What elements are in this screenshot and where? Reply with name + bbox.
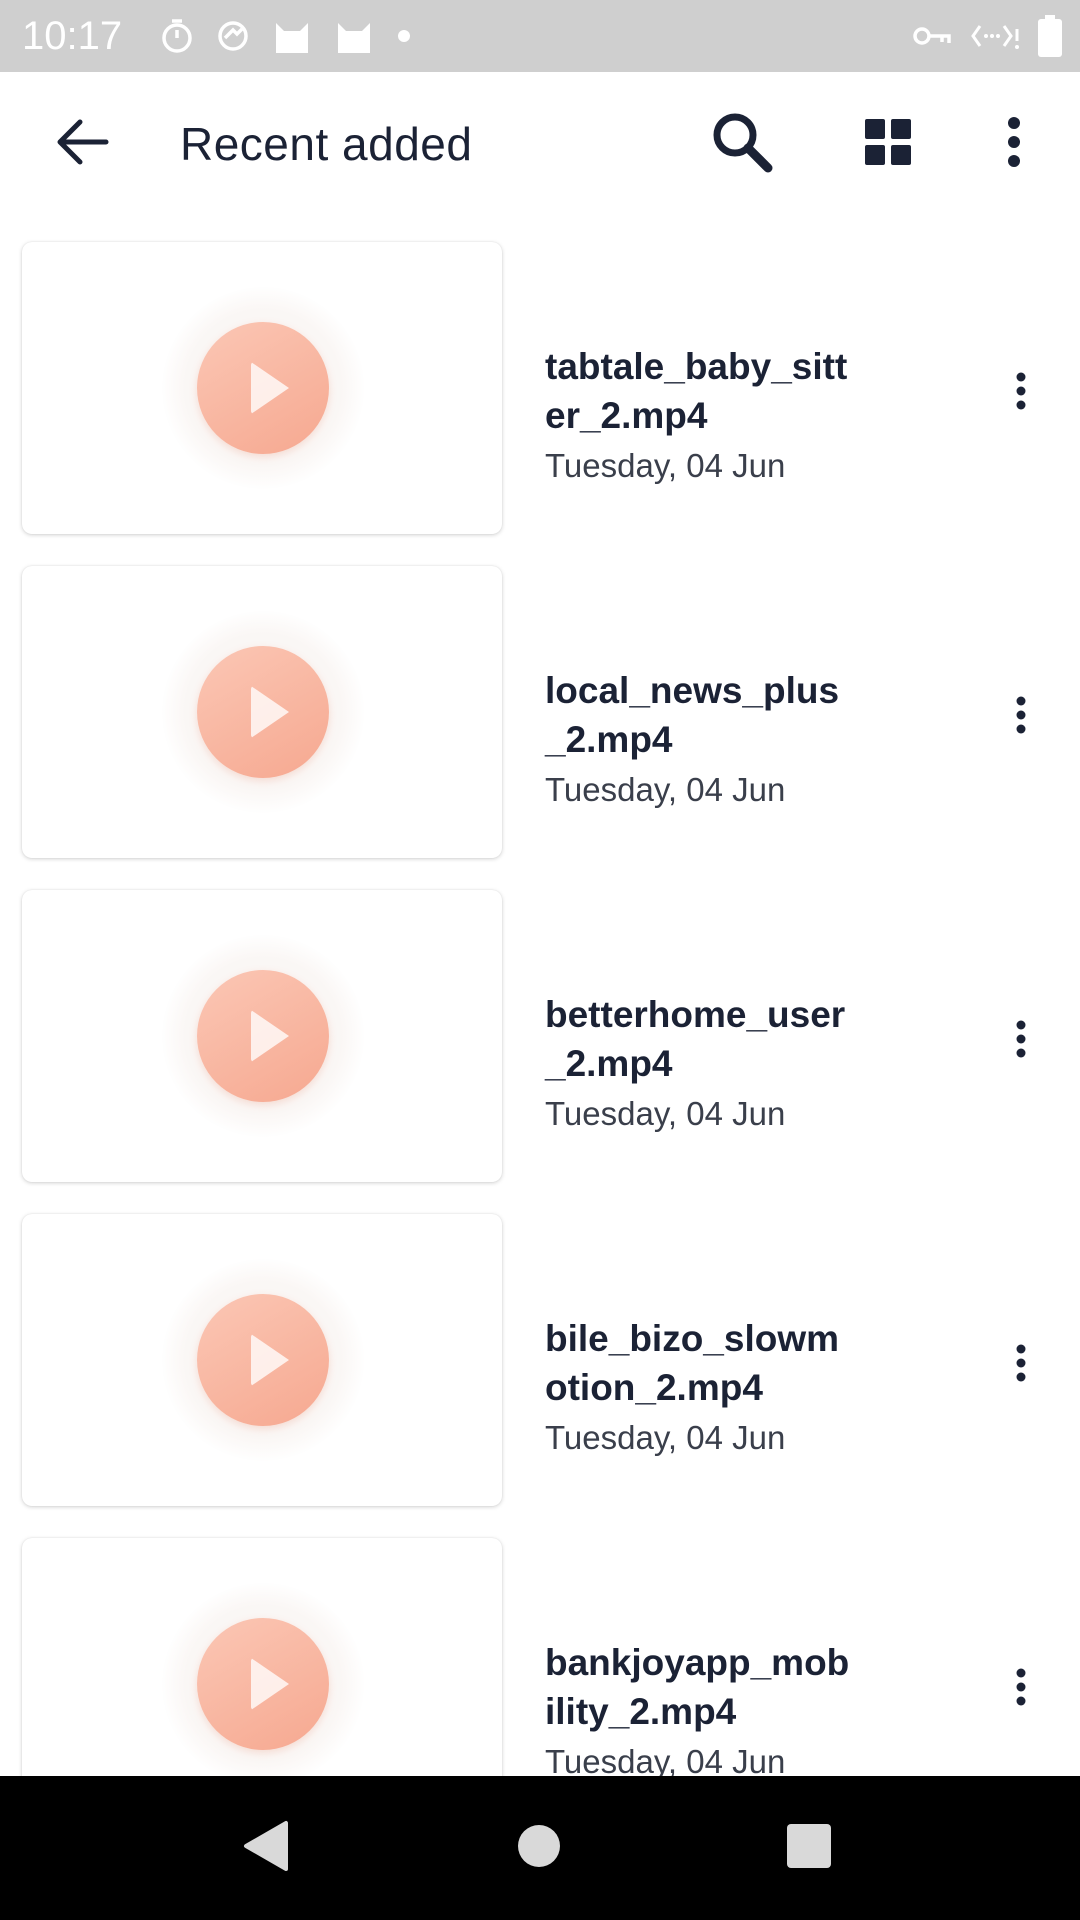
play-icon bbox=[197, 1618, 329, 1750]
navigation-bar bbox=[0, 1776, 1080, 1920]
play-icon bbox=[197, 1294, 329, 1426]
cat-icon bbox=[334, 17, 374, 55]
nav-back-icon bbox=[242, 1820, 290, 1877]
timer-icon bbox=[160, 18, 194, 54]
more-vert-icon bbox=[1015, 371, 1027, 416]
video-name: bile_bizo_slowmotion_2.mp4 bbox=[545, 1318, 840, 1408]
video-date: Tuesday, 04 Jun bbox=[545, 1419, 786, 1456]
video-date: Tuesday, 04 Jun bbox=[545, 447, 786, 484]
nav-recents-button[interactable] bbox=[773, 1812, 845, 1884]
video-name: tabtale_baby_sitter_2.mp4 bbox=[545, 346, 848, 436]
video-thumbnail[interactable] bbox=[22, 566, 502, 858]
play-triangle bbox=[251, 1010, 289, 1062]
vpn-key-icon bbox=[912, 23, 952, 49]
list-item[interactable]: betterhome_user_2.mp4 Tuesday, 04 Jun bbox=[0, 890, 1080, 1214]
dot-icon bbox=[396, 28, 412, 44]
video-thumbnail[interactable] bbox=[22, 242, 502, 534]
play-icon bbox=[197, 970, 329, 1102]
app-bar: Recent added bbox=[0, 72, 1080, 216]
list-item[interactable]: bile_bizo_slowmotion_2.mp4 Tuesday, 04 J… bbox=[0, 1214, 1080, 1538]
grid-view-icon bbox=[864, 118, 912, 171]
item-more-button[interactable] bbox=[990, 686, 1052, 748]
play-triangle bbox=[251, 362, 289, 414]
more-vert-icon bbox=[1015, 1667, 1027, 1712]
status-bar: 10:17 bbox=[0, 0, 1080, 72]
search-icon bbox=[710, 110, 774, 179]
video-name: betterhome_user_2.mp4 bbox=[545, 994, 846, 1084]
play-icon bbox=[197, 322, 329, 454]
status-system-icons bbox=[912, 14, 1062, 58]
video-info: betterhome_user_2.mp4 Tuesday, 04 Jun bbox=[545, 990, 875, 1136]
item-more-button[interactable] bbox=[990, 1334, 1052, 1396]
status-notification-icons bbox=[160, 14, 412, 58]
more-vert-icon bbox=[1006, 116, 1022, 173]
nav-back-button[interactable] bbox=[230, 1812, 302, 1884]
battery-icon bbox=[1038, 15, 1062, 57]
item-more-button[interactable] bbox=[990, 362, 1052, 424]
data-saver-icon bbox=[970, 21, 1020, 51]
video-date: Tuesday, 04 Jun bbox=[545, 771, 786, 808]
grid-view-button[interactable] bbox=[848, 108, 928, 180]
nav-home-icon bbox=[516, 1823, 562, 1874]
arrow-back-icon bbox=[54, 118, 110, 171]
nav-recents-icon bbox=[786, 1823, 832, 1874]
cat-icon bbox=[272, 17, 312, 55]
list-item[interactable]: local_news_plus_2.mp4 Tuesday, 04 Jun bbox=[0, 566, 1080, 890]
item-more-button[interactable] bbox=[990, 1658, 1052, 1720]
more-vert-icon bbox=[1015, 695, 1027, 740]
video-date: Tuesday, 04 Jun bbox=[545, 1095, 786, 1132]
video-info: bankjoyapp_mobility_2.mp4 Tuesday, 04 Ju… bbox=[545, 1638, 875, 1784]
more-vert-icon bbox=[1015, 1019, 1027, 1064]
video-thumbnail[interactable] bbox=[22, 890, 502, 1182]
back-button[interactable] bbox=[42, 108, 122, 180]
play-triangle bbox=[251, 1334, 289, 1386]
more-vert-icon bbox=[1015, 1343, 1027, 1388]
video-info: tabtale_baby_sitter_2.mp4 Tuesday, 04 Ju… bbox=[545, 342, 875, 488]
search-button[interactable] bbox=[702, 108, 782, 180]
page-title: Recent added bbox=[180, 118, 473, 170]
video-info: local_news_plus_2.mp4 Tuesday, 04 Jun bbox=[545, 666, 875, 812]
sync-icon bbox=[216, 19, 250, 53]
play-triangle bbox=[251, 686, 289, 738]
video-thumbnail[interactable] bbox=[22, 1214, 502, 1506]
play-triangle bbox=[251, 1658, 289, 1710]
video-name: bankjoyapp_mobility_2.mp4 bbox=[545, 1642, 850, 1732]
nav-home-button[interactable] bbox=[503, 1812, 575, 1884]
video-info: bile_bizo_slowmotion_2.mp4 Tuesday, 04 J… bbox=[545, 1314, 875, 1460]
more-options-button[interactable] bbox=[974, 108, 1054, 180]
status-time: 10:17 bbox=[22, 14, 123, 58]
item-more-button[interactable] bbox=[990, 1010, 1052, 1072]
list-item[interactable]: tabtale_baby_sitter_2.mp4 Tuesday, 04 Ju… bbox=[0, 242, 1080, 566]
video-list: tabtale_baby_sitter_2.mp4 Tuesday, 04 Ju… bbox=[0, 242, 1080, 1862]
play-icon bbox=[197, 646, 329, 778]
video-name: local_news_plus_2.mp4 bbox=[545, 670, 840, 760]
